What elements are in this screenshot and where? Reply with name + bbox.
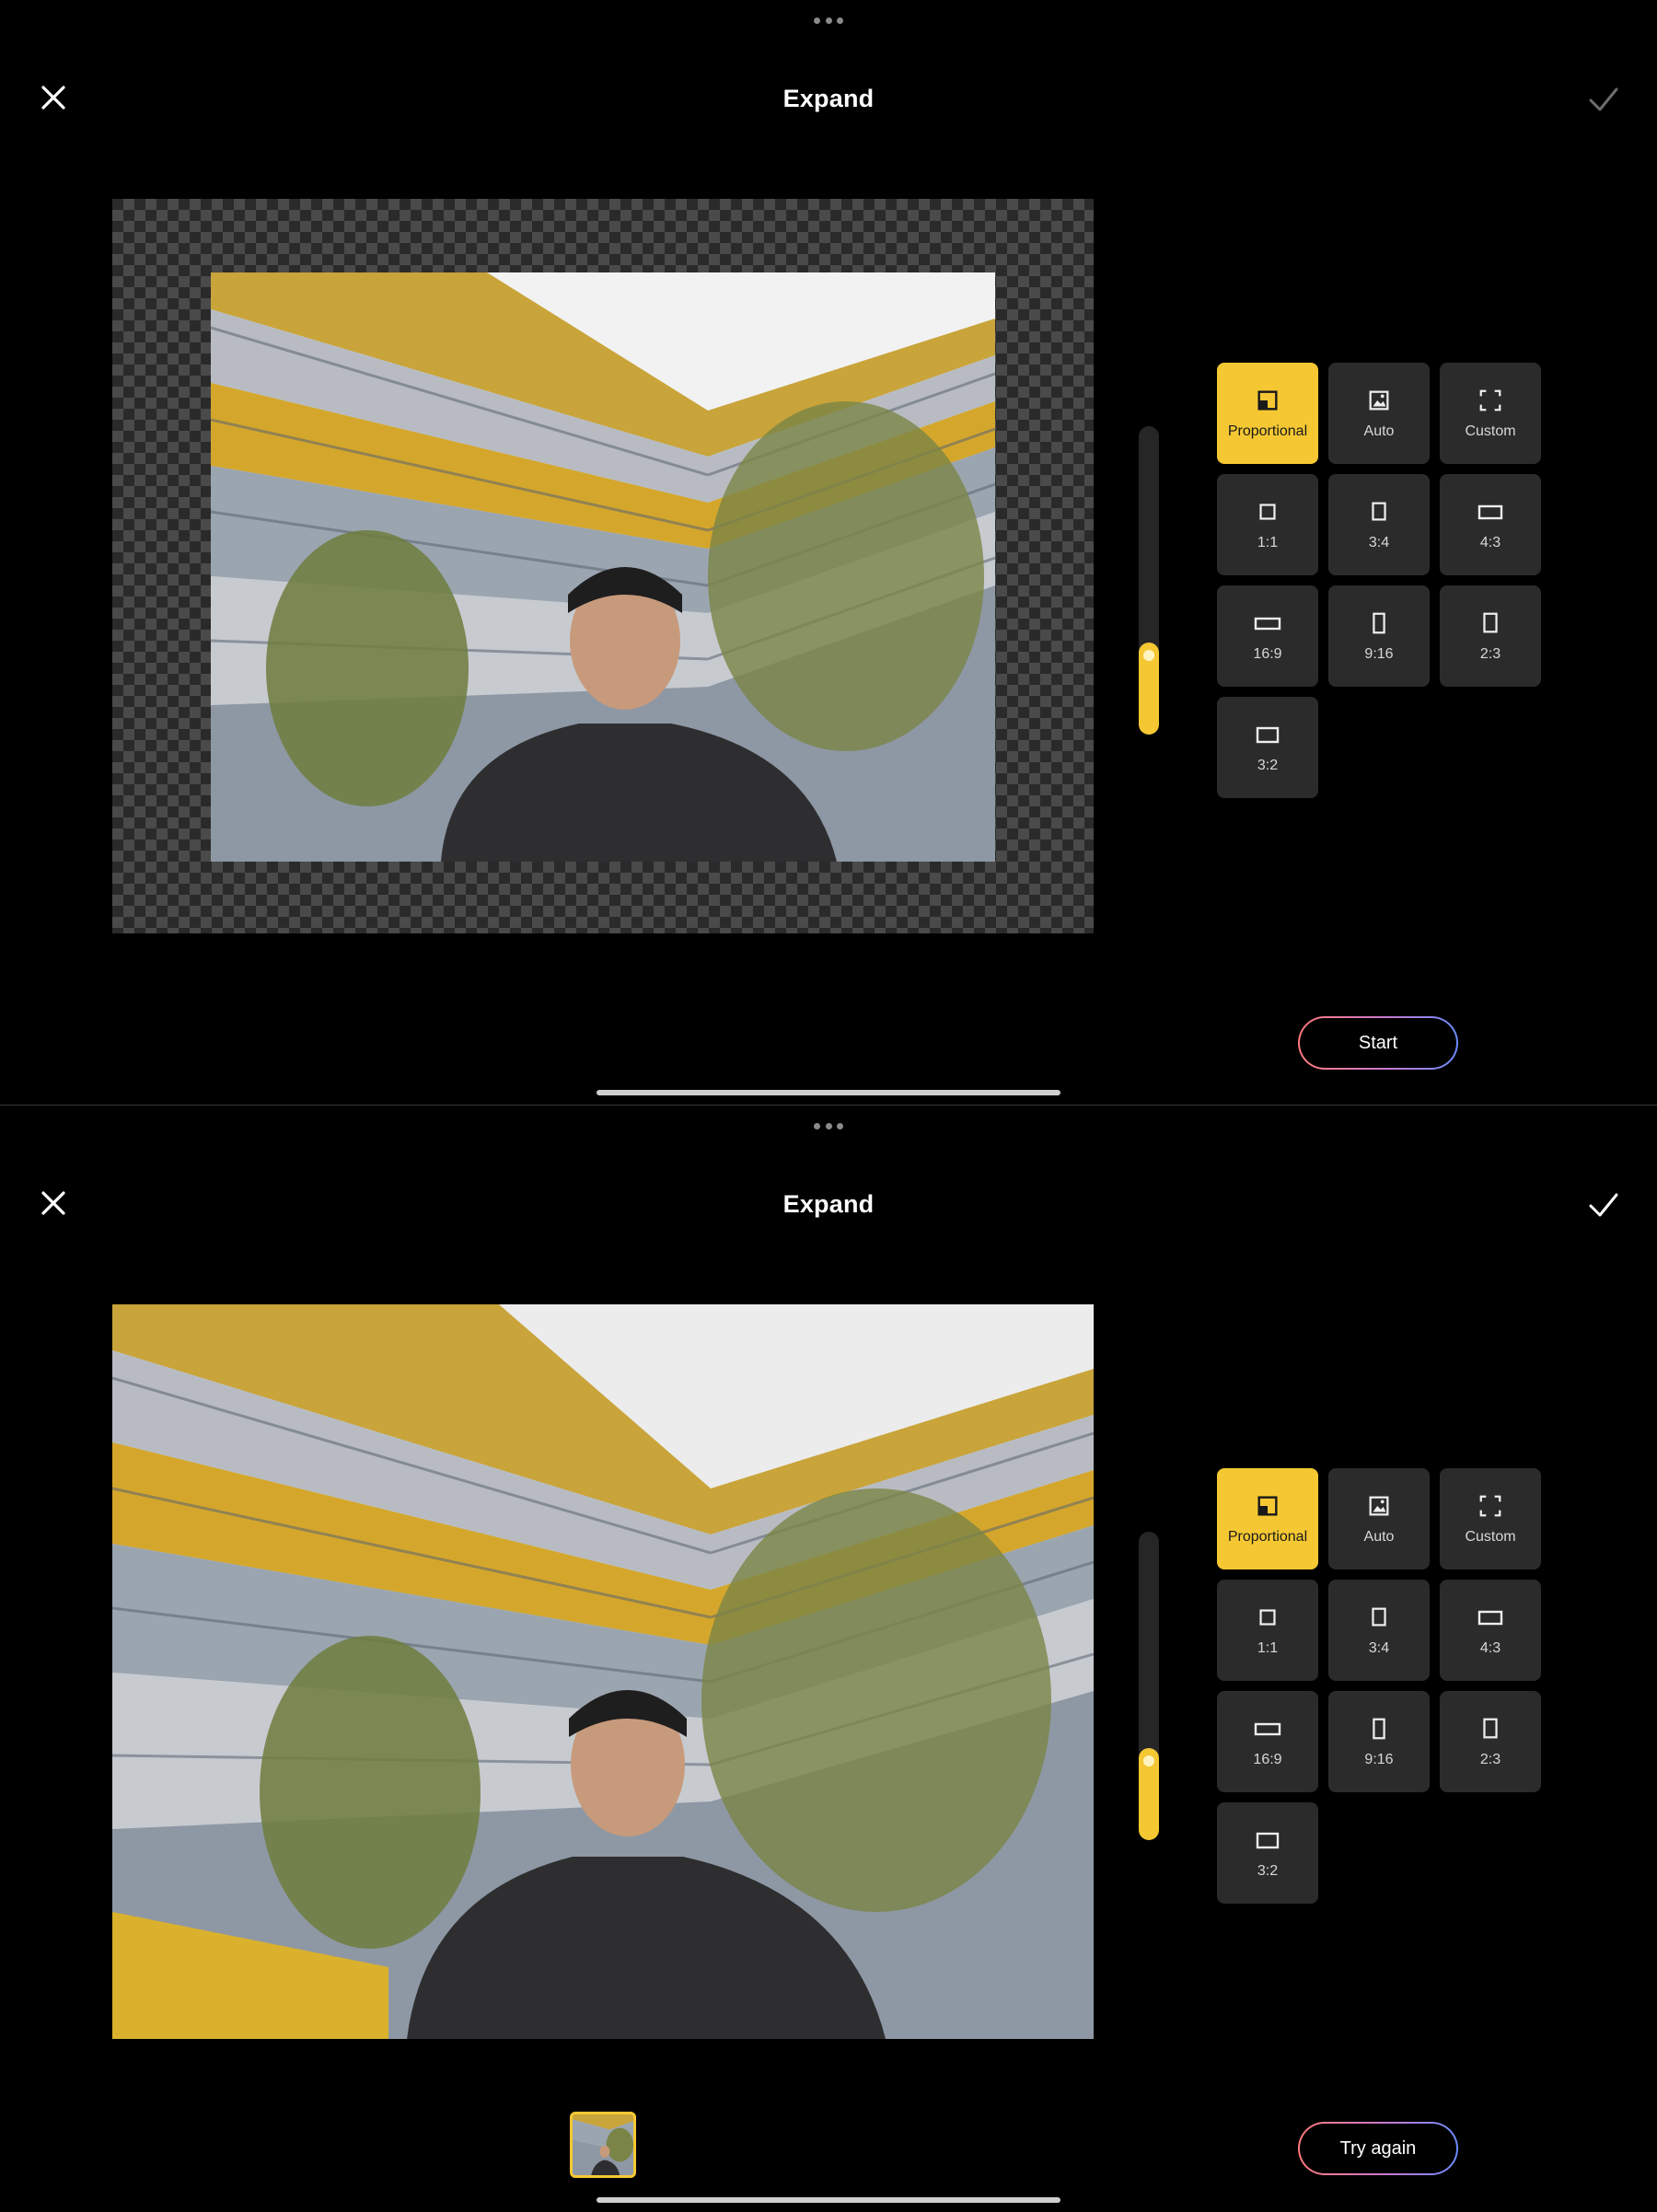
- ratio-option-label: 16:9: [1253, 1752, 1282, 1767]
- ratio-option-auto[interactable]: Auto: [1328, 363, 1430, 464]
- auto-image-icon: [1365, 387, 1393, 414]
- ratio-16-9-icon: [1254, 609, 1281, 637]
- ratio-option-label: 2:3: [1479, 646, 1501, 662]
- slider-knob[interactable]: [1143, 1755, 1154, 1766]
- ratio-option-4-3[interactable]: 4:3: [1440, 474, 1541, 575]
- ratio-option-label: 3:2: [1257, 1863, 1279, 1879]
- ratio-option-label: 1:1: [1257, 1640, 1279, 1656]
- ratio-option-label: 1:1: [1257, 535, 1279, 550]
- home-indicator[interactable]: [597, 2197, 1060, 2203]
- ratio-1-1-icon: [1254, 498, 1281, 526]
- expand-screen-before: Expand Proportional Auto Custom 1:1 3:4 …: [0, 0, 1657, 1105]
- ratio-2-3-icon: [1477, 609, 1504, 637]
- ratio-option-9-16[interactable]: 9:16: [1328, 1691, 1430, 1792]
- home-indicator[interactable]: [597, 1090, 1060, 1095]
- proportional-icon: [1254, 387, 1281, 414]
- expand-screen-after: Expand Proportional Auto Custom 1:1 3:4 …: [0, 1106, 1657, 2210]
- ratio-option-16-9[interactable]: 16:9: [1217, 1691, 1318, 1792]
- ratio-option-9-16[interactable]: 9:16: [1328, 585, 1430, 687]
- ratio-9-16-icon: [1365, 609, 1393, 637]
- ratio-option-3-4[interactable]: 3:4: [1328, 1580, 1430, 1681]
- ratio-option-4-3[interactable]: 4:3: [1440, 1580, 1541, 1681]
- ratio-option-label: Proportional: [1227, 1529, 1308, 1545]
- source-photo: [211, 272, 995, 862]
- ratio-option-label: Auto: [1363, 1529, 1395, 1545]
- ratio-16-9-icon: [1254, 1715, 1281, 1743]
- ratio-option-label: Auto: [1363, 423, 1395, 439]
- expanded-photo[interactable]: [112, 1304, 1094, 2039]
- try-again-button[interactable]: Try again: [1298, 2122, 1458, 2175]
- ratio-option-label: 3:2: [1257, 758, 1279, 773]
- ratio-option-1-1[interactable]: 1:1: [1217, 1580, 1318, 1681]
- ratio-option-label: 4:3: [1479, 1640, 1501, 1656]
- ratio-3-2-icon: [1254, 1826, 1281, 1854]
- custom-frame-icon: [1477, 1492, 1504, 1520]
- ratio-4-3-icon: [1477, 498, 1504, 526]
- auto-image-icon: [1365, 1492, 1393, 1520]
- ratio-option-label: Proportional: [1227, 423, 1308, 439]
- ratio-options-grid: Proportional Auto Custom 1:1 3:4 4:3 16:…: [1217, 1468, 1543, 1904]
- confirm-button[interactable]: [1583, 1185, 1624, 1225]
- page-title: Expand: [782, 1190, 875, 1218]
- start-button[interactable]: Start: [1298, 1016, 1458, 1070]
- proportional-icon: [1254, 1492, 1281, 1520]
- ratio-option-3-2[interactable]: 3:2: [1217, 697, 1318, 798]
- ratio-option-1-1[interactable]: 1:1: [1217, 474, 1318, 575]
- ratio-option-2-3[interactable]: 2:3: [1440, 1691, 1541, 1792]
- ratio-3-4-icon: [1365, 1604, 1393, 1631]
- expand-slider[interactable]: [1139, 1532, 1159, 1840]
- ratio-9-16-icon: [1365, 1715, 1393, 1743]
- ratio-option-label: 9:16: [1364, 646, 1394, 662]
- ratio-option-3-2[interactable]: 3:2: [1217, 1802, 1318, 1904]
- ratio-3-4-icon: [1365, 498, 1393, 526]
- check-icon: [1589, 1193, 1618, 1217]
- ratio-option-label: 4:3: [1479, 535, 1501, 550]
- ratio-2-3-icon: [1477, 1715, 1504, 1743]
- result-thumbnail[interactable]: [570, 2112, 636, 2178]
- ratio-option-custom[interactable]: Custom: [1440, 363, 1541, 464]
- ratio-1-1-icon: [1254, 1604, 1281, 1631]
- ratio-option-custom[interactable]: Custom: [1440, 1468, 1541, 1569]
- expand-slider[interactable]: [1139, 426, 1159, 735]
- page-title: Expand: [782, 85, 875, 112]
- custom-frame-icon: [1477, 387, 1504, 414]
- ratio-options-grid: Proportional Auto Custom 1:1 3:4 4:3 16:…: [1217, 363, 1543, 798]
- window-handle-dots-icon[interactable]: [814, 1123, 843, 1130]
- slider-knob[interactable]: [1143, 649, 1154, 661]
- check-icon: [1589, 87, 1618, 111]
- ratio-option-label: Custom: [1465, 1529, 1516, 1545]
- ratio-4-3-icon: [1477, 1604, 1504, 1631]
- ratio-option-label: 16:9: [1253, 646, 1282, 662]
- ratio-option-label: 9:16: [1364, 1752, 1394, 1767]
- ratio-option-label: Custom: [1465, 423, 1516, 439]
- ratio-3-2-icon: [1254, 721, 1281, 748]
- ratio-option-auto[interactable]: Auto: [1328, 1468, 1430, 1569]
- ratio-option-3-4[interactable]: 3:4: [1328, 474, 1430, 575]
- ratio-option-label: 3:4: [1368, 1640, 1390, 1656]
- ratio-option-label: 2:3: [1479, 1752, 1501, 1767]
- window-handle-dots-icon[interactable]: [814, 17, 843, 25]
- ratio-option-proportional[interactable]: Proportional: [1217, 363, 1318, 464]
- ratio-option-label: 3:4: [1368, 535, 1390, 550]
- ratio-option-16-9[interactable]: 16:9: [1217, 585, 1318, 687]
- ratio-option-proportional[interactable]: Proportional: [1217, 1468, 1318, 1569]
- confirm-button[interactable]: [1583, 79, 1624, 120]
- ratio-option-2-3[interactable]: 2:3: [1440, 585, 1541, 687]
